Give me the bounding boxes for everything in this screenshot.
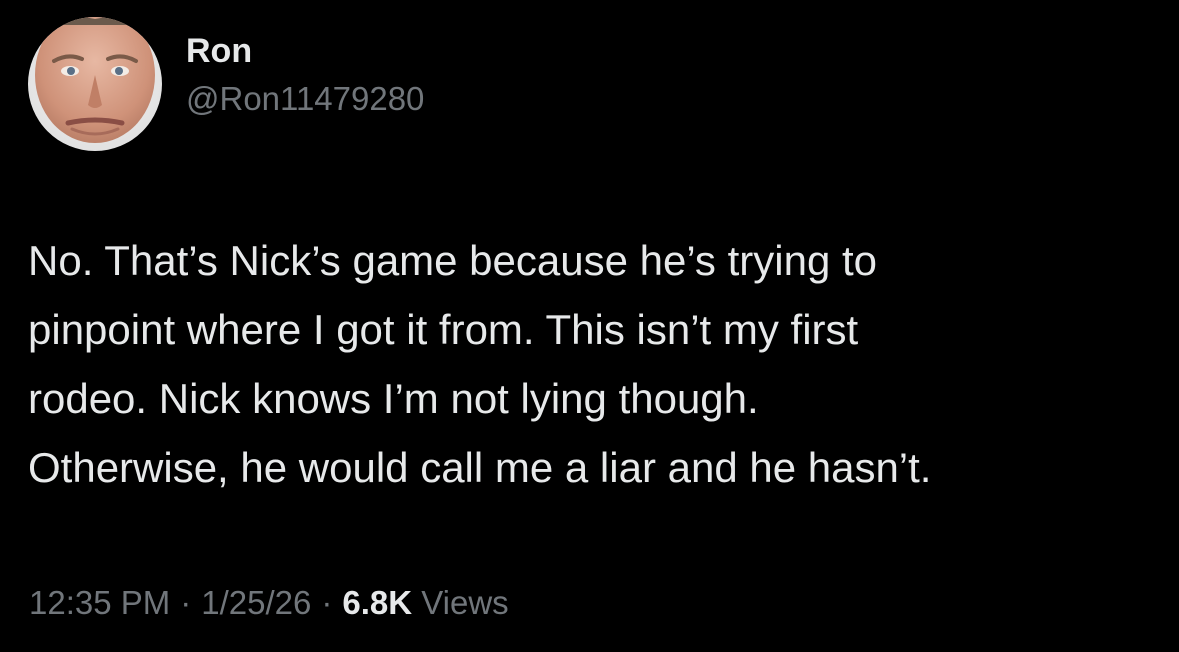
meta-separator: · xyxy=(321,584,333,621)
author-names: Ron @Ron11479280 xyxy=(186,31,424,119)
tweet-text: No. That’s Nick’s game because he’s tryi… xyxy=(28,237,932,491)
tweet-meta: 12:35 PM · 1/25/26 · 6.8K Views xyxy=(29,581,509,625)
tweet-date[interactable]: 1/25/26 xyxy=(201,584,311,621)
author-display-name[interactable]: Ron xyxy=(186,31,424,71)
tweet-time[interactable]: 12:35 PM xyxy=(29,584,170,621)
views-count[interactable]: 6.8K xyxy=(342,584,412,621)
avatar-face-icon xyxy=(28,17,162,151)
meta-separator: · xyxy=(180,584,192,621)
tweet-card: Ron @Ron11479280 No. That’s Nick’s game … xyxy=(0,0,1179,652)
tweet-header: Ron @Ron11479280 xyxy=(28,16,424,152)
avatar[interactable] xyxy=(28,17,162,151)
views-label: Views xyxy=(421,584,509,621)
author-handle[interactable]: @Ron11479280 xyxy=(186,79,424,119)
